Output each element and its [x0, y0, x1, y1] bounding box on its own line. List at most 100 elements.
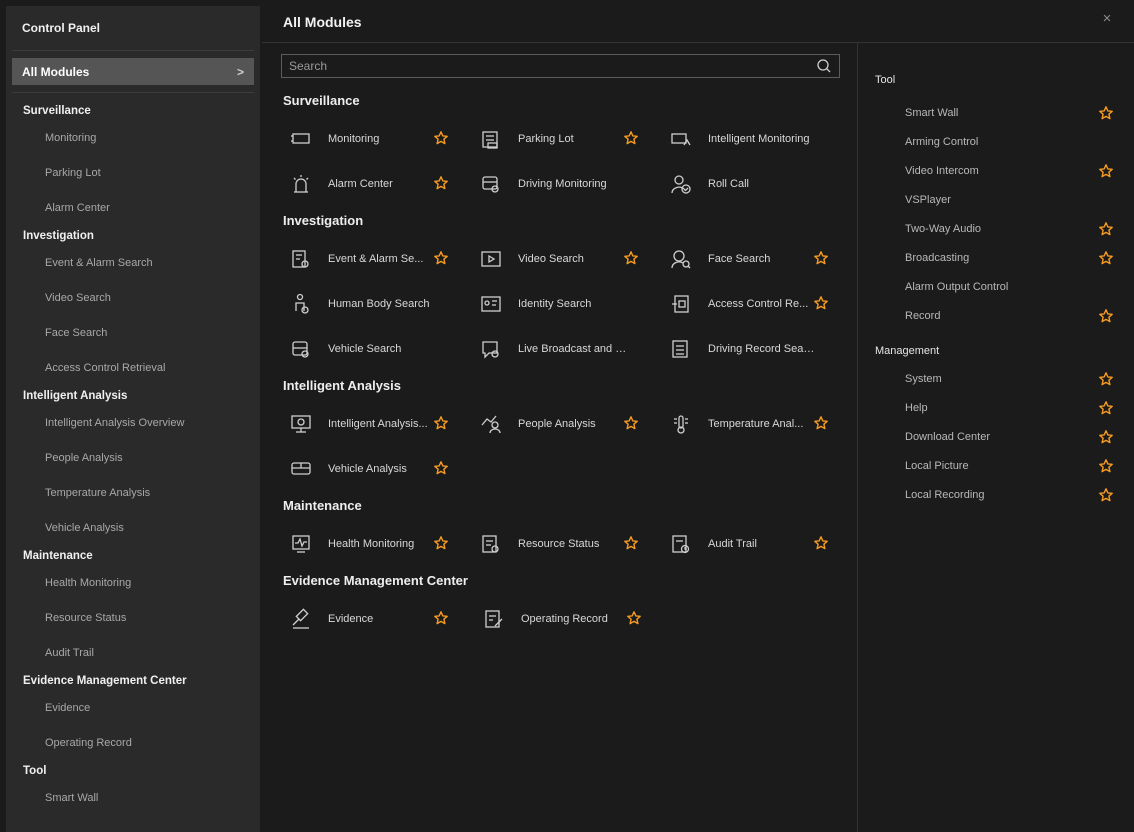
sidebar-item[interactable]: Smart Wall — [6, 781, 260, 816]
module-tile[interactable]: Evidence — [283, 596, 476, 641]
sidebar-item[interactable]: Vehicle Analysis — [6, 511, 260, 546]
sidebar-item[interactable]: Event & Alarm Search — [6, 246, 260, 281]
favorite-star-icon[interactable] — [623, 535, 639, 551]
sidebar-item[interactable]: Video Search — [6, 281, 260, 316]
module-tile[interactable]: Event & Alarm Se... — [283, 236, 473, 281]
favorite-star-icon[interactable] — [623, 415, 639, 431]
favorite-star-icon[interactable] — [623, 130, 639, 146]
sidebar-item[interactable]: Intelligent Analysis Overview — [6, 406, 260, 441]
operating-record-icon — [485, 609, 503, 628]
favorite-star-icon[interactable] — [813, 295, 829, 311]
module-tile[interactable]: Face Search — [663, 236, 853, 281]
tool-item[interactable]: Local Picture — [875, 452, 1125, 481]
favorite-star-icon[interactable] — [433, 175, 449, 191]
tool-item-label: Local Recording — [905, 489, 985, 501]
sidebar-item[interactable]: Monitoring — [6, 121, 260, 156]
search-icon[interactable] — [814, 56, 834, 76]
module-tile[interactable]: Vehicle Analysis — [283, 446, 476, 491]
module-tile[interactable]: Monitoring — [283, 116, 473, 161]
module-tile[interactable]: Access Control Re... — [663, 281, 853, 326]
favorite-star-icon[interactable] — [1098, 458, 1114, 474]
sidebar-item[interactable]: Access Control Retrieval — [6, 351, 260, 386]
module-grid: Surveillance Monitoring Parking Lot Intelli… — [283, 86, 853, 641]
search-input[interactable] — [282, 59, 814, 73]
module-tile[interactable]: Alarm Center — [283, 161, 473, 206]
favorite-star-icon[interactable] — [433, 460, 449, 476]
module-tile[interactable]: Parking Lot — [473, 116, 663, 161]
sidebar-item[interactable]: Temperature Analysis — [6, 476, 260, 511]
module-tile[interactable]: Intelligent Analysis... — [283, 401, 473, 446]
sidebar-item-label: All Modules — [22, 64, 90, 79]
favorite-star-icon[interactable] — [1098, 371, 1114, 387]
favorite-star-icon[interactable] — [1098, 429, 1114, 445]
module-label: Operating Record — [521, 612, 608, 625]
favorite-star-icon[interactable] — [1098, 250, 1114, 266]
favorite-star-icon[interactable] — [433, 535, 449, 551]
tool-item-label: Broadcasting — [905, 252, 970, 264]
favorite-star-icon[interactable] — [433, 610, 449, 626]
favorite-star-icon[interactable] — [433, 415, 449, 431]
module-tile[interactable]: Operating Record — [476, 596, 669, 641]
human-body-icon — [295, 293, 309, 314]
tool-item[interactable]: Help — [875, 394, 1125, 423]
tool-item[interactable]: Two-Way Audio — [875, 215, 1125, 244]
favorite-star-icon[interactable] — [1098, 308, 1114, 324]
tool-item[interactable]: Smart Wall — [875, 99, 1125, 128]
sidebar-item[interactable]: Audit Trail — [6, 636, 260, 671]
favorite-star-icon[interactable] — [1098, 487, 1114, 503]
module-tile[interactable]: Resource Status — [473, 521, 663, 566]
tool-item[interactable]: Arming Control — [875, 128, 1125, 157]
favorite-star-icon[interactable] — [623, 250, 639, 266]
module-tile[interactable]: Intelligent Monitoring — [663, 116, 853, 161]
favorite-star-icon[interactable] — [813, 415, 829, 431]
close-icon[interactable]: × — [1100, 11, 1114, 26]
module-label: Temperature Anal... — [708, 417, 804, 430]
sidebar-item-all-modules[interactable]: All Modules > — [12, 58, 254, 85]
favorite-star-icon[interactable] — [1098, 163, 1114, 179]
module-tile[interactable]: Vehicle Search — [283, 326, 473, 371]
favorite-star-icon[interactable] — [433, 130, 449, 146]
favorite-star-icon[interactable] — [1098, 221, 1114, 237]
temperature-icon — [674, 414, 688, 434]
module-label: Vehicle Search — [328, 342, 402, 355]
sidebar-item[interactable]: Resource Status — [6, 601, 260, 636]
tool-item[interactable]: Broadcasting — [875, 244, 1125, 273]
module-tile[interactable]: Identity Search — [473, 281, 663, 326]
module-tile[interactable]: Video Search — [473, 236, 663, 281]
favorite-star-icon[interactable] — [626, 610, 642, 626]
sidebar-item[interactable]: People Analysis — [6, 441, 260, 476]
favorite-star-icon[interactable] — [433, 250, 449, 266]
module-tile[interactable]: Live Broadcast and R... — [473, 326, 663, 371]
favorite-star-icon[interactable] — [813, 250, 829, 266]
sidebar-item[interactable]: Face Search — [6, 316, 260, 351]
module-label: Intelligent Analysis... — [328, 417, 428, 430]
tool-item[interactable]: Video Intercom — [875, 157, 1125, 186]
module-tile[interactable]: Human Body Search — [283, 281, 473, 326]
sidebar-item[interactable]: Evidence — [6, 691, 260, 726]
module-row: Evidence Operating Record — [283, 596, 853, 641]
module-row: Vehicle Analysis — [283, 446, 853, 491]
module-tile[interactable]: Driving Monitoring — [473, 161, 663, 206]
tool-item[interactable]: Local Recording — [875, 481, 1125, 510]
module-tile[interactable]: Temperature Anal... — [663, 401, 853, 446]
module-tile[interactable]: Roll Call — [663, 161, 853, 206]
favorite-star-icon[interactable] — [813, 535, 829, 551]
sidebar-item[interactable]: Parking Lot — [6, 156, 260, 191]
tool-item[interactable]: Alarm Output Control — [875, 273, 1125, 302]
module-tile[interactable]: Driving Record Search — [663, 326, 853, 371]
tool-item[interactable]: Record — [875, 302, 1125, 331]
sidebar-item[interactable]: Alarm Center — [6, 191, 260, 226]
tool-item[interactable]: System — [875, 365, 1125, 394]
sidebar-item[interactable]: Operating Record — [6, 726, 260, 761]
module-tile[interactable]: People Analysis — [473, 401, 663, 446]
favorite-star-icon[interactable] — [1098, 400, 1114, 416]
tool-item-label: Record — [905, 310, 941, 322]
broadcast-icon — [482, 340, 499, 359]
favorite-star-icon[interactable] — [1098, 105, 1114, 121]
module-tile[interactable]: Health Monitoring — [283, 521, 473, 566]
tool-item[interactable]: Download Center — [875, 423, 1125, 452]
tool-item[interactable]: VSPlayer — [875, 186, 1125, 215]
module-tile[interactable]: Audit Trail — [663, 521, 853, 566]
sidebar-module-list: Surveillance Monitoring Parking Lot Alarm C… — [6, 93, 260, 816]
sidebar-item[interactable]: Health Monitoring — [6, 566, 260, 601]
